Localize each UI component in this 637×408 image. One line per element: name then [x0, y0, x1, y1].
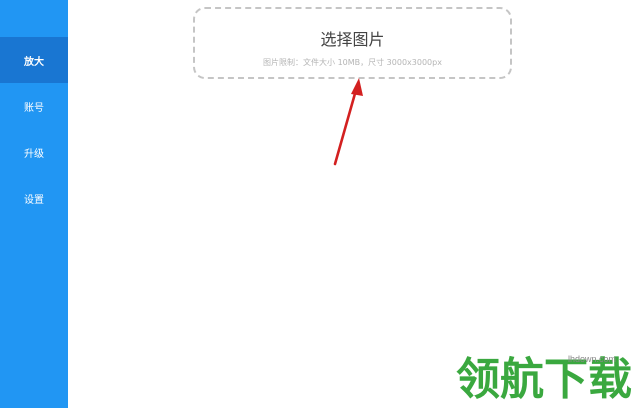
sidebar-item-upgrade[interactable]: 升级	[0, 129, 68, 175]
sidebar-item-label: 设置	[24, 194, 44, 206]
sidebar-item-enlarge[interactable]: 放大	[0, 37, 68, 83]
image-upload-dropzone[interactable]: 选择图片 图片限制：文件大小 10MB，尺寸 3000x3000px	[193, 7, 512, 79]
sidebar-item-label: 放大	[24, 56, 44, 68]
watermark-logo: 领航下载 lhdown.com	[452, 350, 637, 408]
sidebar-item-account[interactable]: 账号	[0, 83, 68, 129]
red-arrow-annotation	[333, 78, 363, 166]
upload-title: 选择图片	[320, 30, 385, 49]
upload-limit-hint: 图片限制：文件大小 10MB，尺寸 3000x3000px	[263, 58, 442, 67]
sidebar-item-settings[interactable]: 设置	[0, 175, 68, 221]
watermark-domain: lhdown.com	[568, 354, 617, 364]
sidebar-item-label: 升级	[24, 148, 44, 160]
sidebar-item-label: 账号	[24, 102, 44, 114]
sidebar: 放大 账号 升级 设置	[0, 0, 68, 408]
